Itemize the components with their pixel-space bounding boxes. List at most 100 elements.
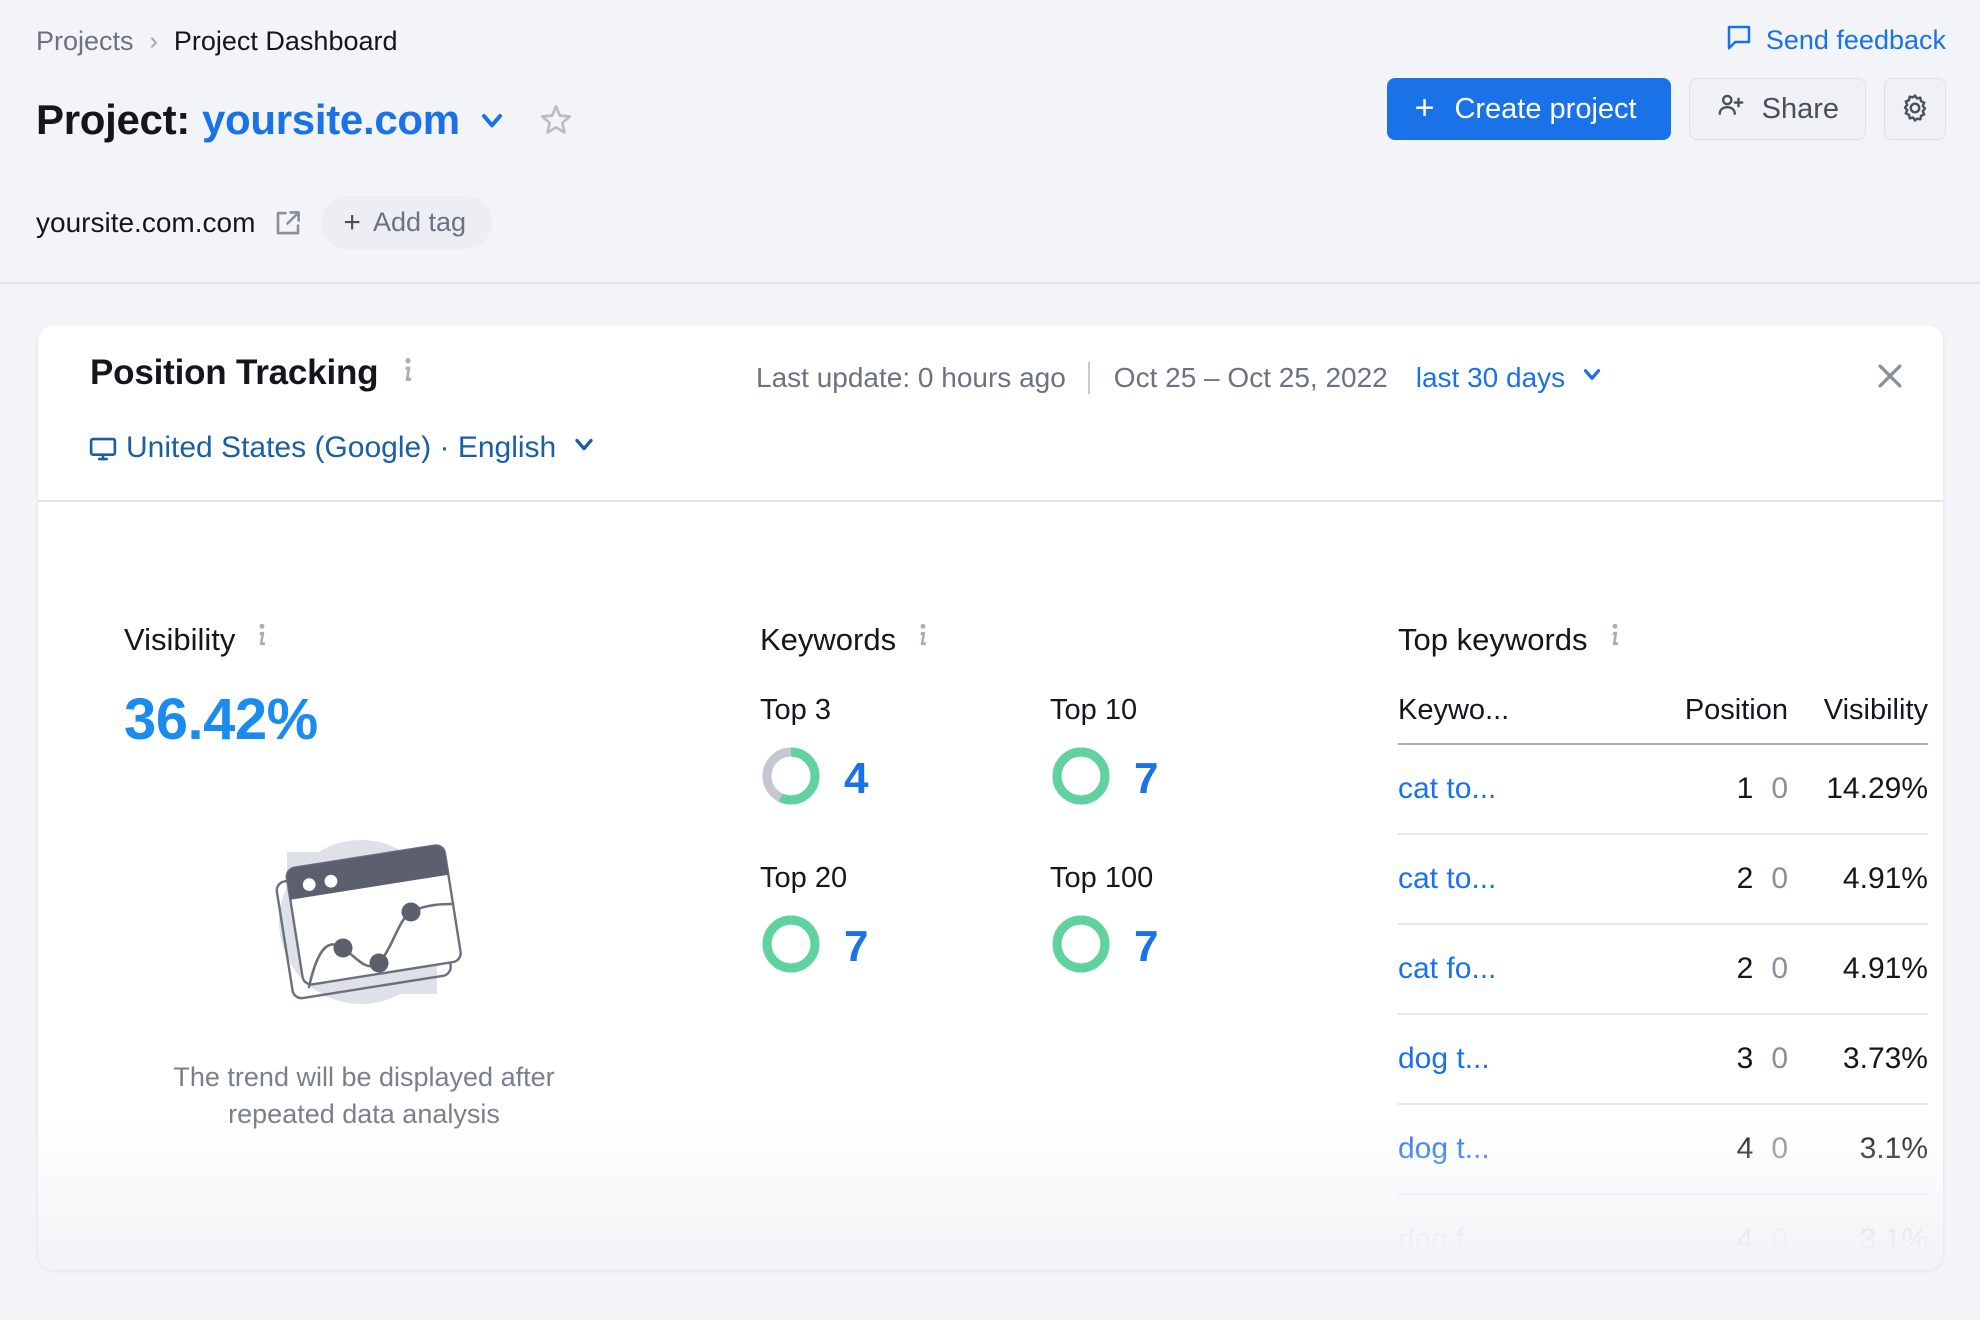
cell-keyword[interactable]: dog t... [1398,1042,1598,1076]
cell-keyword[interactable]: cat to... [1398,772,1598,806]
info-icon[interactable] [1604,622,1626,658]
card-body: Visibility 36.42% The trend will be disp… [38,502,1943,1270]
chevron-down-icon [570,430,598,466]
cell-visibility: 3.1% [1859,1223,1928,1256]
card-header: Position Tracking Last update: 0 hours a… [38,325,1943,502]
cell-position: 3 0 [1598,1042,1788,1076]
table-row[interactable]: cat fo... 2 0 4.91% [1398,925,1928,1015]
bucket-label: Top 3 [760,694,831,726]
external-link-icon[interactable] [273,208,303,238]
bucket-row: 7 [760,913,1050,980]
cell-visibility: 3.1% [1859,1132,1928,1165]
cell-keyword[interactable]: cat fo... [1398,952,1598,986]
create-project-button[interactable]: + Create project [1386,78,1671,140]
top-keywords-section: Top keywords Keywo... Position Visibilit… [1398,622,1938,1270]
trend-empty-caption: The trend will be displayed after repeat… [173,1062,555,1130]
position-diff: 0 [1771,1132,1788,1165]
project-name-link[interactable]: yoursite.com [202,96,460,144]
cell-visibility: 3.73% [1842,1042,1928,1075]
date-range-label: Oct 25 – Oct 25, 2022 [1113,361,1388,393]
location-label: United States (Google) · English [126,431,557,464]
keywords-grid: Top 3 4 Top 10 7 Top 20 7 Top 100 7 [760,694,1320,980]
table-row[interactable]: cat to... 2 0 4.91% [1398,835,1928,925]
position-diff: 0 [1771,862,1788,895]
cell-keyword[interactable]: dog f... [1398,1223,1598,1257]
column-header-keyword[interactable]: Keywo... [1398,694,1598,727]
position-diff: 0 [1771,1042,1788,1075]
send-feedback-button[interactable]: Send feedback [1724,22,1946,59]
trend-placeholder-illustration [239,840,489,1036]
last-update-label: Last update: 0 hours ago [756,361,1066,393]
cell-keyword[interactable]: cat to... [1398,862,1598,896]
breadcrumb-separator: › [149,27,158,55]
bucket-value: 7 [1134,921,1159,971]
project-subline: yoursite.com.com + Add tag [36,196,493,249]
bucket-row: 7 [1050,913,1340,980]
keyword-bucket: Top 10 7 [1050,694,1340,812]
person-add-icon [1716,90,1746,128]
position-value: 2 [1736,952,1754,985]
visibility-value: 36.42% [124,687,318,752]
plus-icon: + [1414,89,1435,128]
column-header-visibility[interactable]: Visibility [1788,694,1928,727]
cell-position: 1 0 [1598,772,1788,806]
table-row[interactable]: cat to... 1 0 14.29% [1398,745,1928,835]
bucket-row: 7 [1050,745,1340,812]
meta-divider [1087,361,1090,394]
close-icon[interactable] [1873,359,1907,398]
bucket-value: 7 [844,921,869,971]
column-header-position[interactable]: Position [1598,694,1788,727]
add-tag-label: Add tag [372,207,467,237]
donut-chart [1050,913,1112,980]
keyword-bucket: Top 100 7 [1050,862,1340,980]
keywords-header: Keywords [760,622,1320,658]
page-title-prefix: Project: [36,96,190,143]
info-icon[interactable] [396,356,420,391]
table-row[interactable]: dog t... 3 0 3.73% [1398,1015,1928,1105]
cell-position: 2 0 [1598,862,1788,896]
settings-button[interactable] [1884,78,1946,140]
cell-visibility: 4.91% [1842,952,1928,985]
card-title: Position Tracking [90,353,379,392]
breadcrumb-projects[interactable]: Projects [36,26,134,57]
page-header: Projects › Project Dashboard Send feedba… [0,0,1980,284]
period-selector[interactable]: last 30 days [1416,361,1605,394]
gear-icon [1899,92,1931,127]
add-tag-button[interactable]: + Add tag [321,196,493,249]
breadcrumb-current: Project Dashboard [173,26,398,56]
cell-position: 4 0 [1598,1223,1788,1257]
table-row[interactable]: dog f... 4 0 3.1% [1398,1195,1928,1270]
chevron-down-icon[interactable] [476,104,508,136]
position-diff: 0 [1771,952,1788,985]
send-feedback-label: Send feedback [1765,25,1946,55]
visibility-header: Visibility [124,622,604,658]
visibility-section: Visibility 36.42% The trend will be disp… [124,622,604,1129]
position-diff: 0 [1771,1223,1788,1256]
bucket-label: Top 20 [760,862,848,894]
top-keywords-table: Keywo... Position Visibility cat to... 1… [1398,694,1928,1270]
donut-chart [760,913,822,980]
cell-position: 4 0 [1598,1132,1788,1166]
info-icon[interactable] [251,622,273,658]
plus-icon: + [343,206,361,239]
bucket-row: 4 [760,745,1050,812]
visibility-label: Visibility [124,622,236,657]
location-selector[interactable]: United States (Google) · English [89,430,598,466]
position-tracking-card: Position Tracking Last update: 0 hours a… [38,325,1943,1270]
share-label: Share [1761,92,1839,125]
breadcrumb: Projects › Project Dashboard [36,26,398,57]
position-value: 2 [1736,862,1754,895]
donut-chart [760,745,822,812]
star-outline-icon[interactable] [538,102,574,138]
table-row[interactable]: dog t... 4 0 3.1% [1398,1105,1928,1195]
bucket-value: 7 [1134,753,1159,803]
bucket-label: Top 10 [1050,694,1138,726]
cell-visibility: 4.91% [1842,862,1928,895]
page-title: Project: yoursite.com [36,96,574,144]
card-meta: Last update: 0 hours ago Oct 25 – Oct 25… [756,361,1605,394]
cell-visibility: 14.29% [1826,772,1928,805]
cell-keyword[interactable]: dog t... [1398,1132,1598,1166]
share-button[interactable]: Share [1688,78,1866,140]
keywords-label: Keywords [760,622,897,657]
info-icon[interactable] [912,622,934,658]
